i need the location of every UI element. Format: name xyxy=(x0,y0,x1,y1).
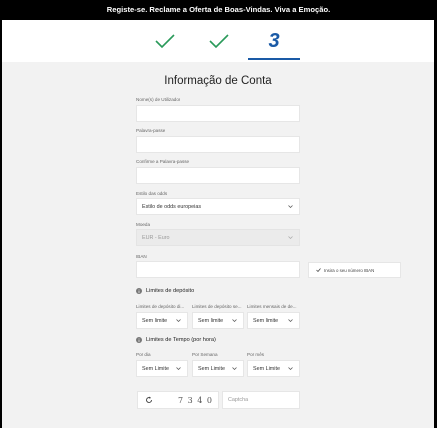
chevron-down-icon xyxy=(288,366,293,371)
chevron-down-icon xyxy=(176,366,181,371)
chevron-down-icon xyxy=(232,366,237,371)
deposit-monthly-label: Limites mensais de de... xyxy=(247,304,297,309)
step-3-current: 3 xyxy=(268,29,280,52)
info-icon[interactable]: i xyxy=(136,337,142,343)
page-title: Informação de Conta xyxy=(164,75,272,87)
confirm-password-label: Confirme a Palavra-passe xyxy=(136,159,190,164)
time-limits-heading: i Limites de Tempo (por hora) xyxy=(136,337,216,343)
deposit-monthly-value: Sem limite xyxy=(253,317,279,324)
password-label: Palavra-passe xyxy=(136,128,166,133)
odds-style-select[interactable]: Estilo de odds europeias xyxy=(136,198,300,215)
time-daily-label: Por dia xyxy=(136,352,151,357)
odds-style-value: Estilo de odds europeias xyxy=(142,203,202,210)
chevron-down-icon xyxy=(288,318,293,323)
currency-select: EUR - Euro xyxy=(136,229,300,246)
captcha-code: 7 3 4 0 xyxy=(178,395,213,405)
check-icon xyxy=(316,268,321,272)
iban-label: IBAN xyxy=(136,254,147,259)
currency-value: EUR - Euro xyxy=(142,234,170,241)
time-weekly-select[interactable]: Sem Limite xyxy=(192,360,244,377)
chevron-down-icon xyxy=(232,318,237,323)
current-step-underline xyxy=(248,58,300,60)
iban-tooltip-text: Insira o seu número IBAN xyxy=(324,267,375,273)
step-2-complete xyxy=(194,26,244,56)
iban-tooltip: Insira o seu número IBAN xyxy=(308,262,401,278)
registration-steps: 3 xyxy=(2,20,434,62)
time-weekly-value: Sem Limite xyxy=(198,365,225,372)
password-input[interactable] xyxy=(136,136,300,153)
deposit-daily-value: Sem limite xyxy=(142,317,168,324)
deposit-daily-label: Limites de depósito di... xyxy=(136,304,185,309)
deposit-limits-heading: i Limites de depósito xyxy=(136,288,194,294)
iban-input[interactable] xyxy=(136,261,300,278)
odds-style-label: Estilo das odds xyxy=(136,191,168,196)
deposit-weekly-select[interactable]: Sem limite xyxy=(192,312,244,329)
captcha-input[interactable]: Captcha xyxy=(222,391,300,409)
username-input[interactable] xyxy=(136,105,300,122)
time-weekly-label: Por Semana xyxy=(192,352,218,357)
deposit-daily-select[interactable]: Sem limite xyxy=(136,312,188,329)
time-daily-select[interactable]: Sem Limite xyxy=(136,360,188,377)
check-icon xyxy=(155,34,175,49)
step-1-complete xyxy=(140,26,190,56)
check-icon xyxy=(209,34,229,49)
chevron-down-icon xyxy=(176,318,181,323)
refresh-icon[interactable] xyxy=(142,393,156,407)
username-label: Nome(s) de Utilizador xyxy=(136,97,181,102)
info-icon[interactable]: i xyxy=(136,288,142,294)
deposit-weekly-label: Limites de depósito se... xyxy=(192,304,242,309)
time-limits-title: Limites de Tempo (por hora) xyxy=(146,337,216,343)
captcha-image-box: 7 3 4 0 xyxy=(137,391,219,409)
confirm-password-input[interactable] xyxy=(136,167,300,184)
time-daily-value: Sem Limite xyxy=(142,365,169,372)
time-monthly-select[interactable]: Sem Limite xyxy=(247,360,300,377)
deposit-limits-title: Limites de depósito xyxy=(146,288,195,294)
currency-label: Moeda xyxy=(136,222,151,227)
promo-banner: Registe-se. Reclame a Oferta de Boas-Vin… xyxy=(0,0,437,18)
deposit-weekly-value: Sem limite xyxy=(198,317,224,324)
account-form: Informação de Conta Nome(s) de Utilizado… xyxy=(2,62,434,428)
time-monthly-label: Por mês xyxy=(247,352,265,357)
time-monthly-value: Sem Limite xyxy=(253,365,280,372)
promo-banner-text: Registe-se. Reclame a Oferta de Boas-Vin… xyxy=(106,4,331,14)
chevron-down-icon xyxy=(288,204,293,209)
deposit-monthly-select[interactable]: Sem limite xyxy=(247,312,300,329)
chevron-down-icon xyxy=(288,235,293,240)
page-frame: Registe-se. Reclame a Oferta de Boas-Vin… xyxy=(0,0,437,428)
